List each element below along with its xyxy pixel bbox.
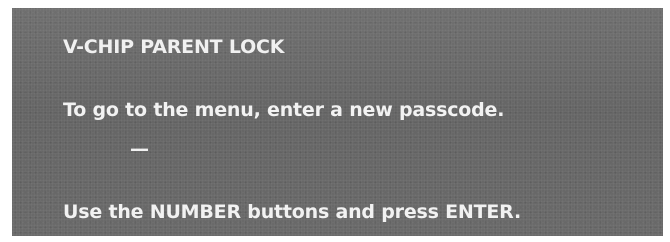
dialog-title: V-CHIP PARENT LOCK <box>63 36 285 58</box>
passcode-prompt: To go to the menu, enter a new passcode. <box>63 99 505 121</box>
screenshot-frame: V-CHIP PARENT LOCK To go to the menu, en… <box>0 0 670 242</box>
passcode-input[interactable]: — <box>130 138 149 160</box>
osd-dialog: V-CHIP PARENT LOCK To go to the menu, en… <box>12 8 663 236</box>
instruction-text: Use the NUMBER buttons and press ENTER. <box>63 201 521 223</box>
